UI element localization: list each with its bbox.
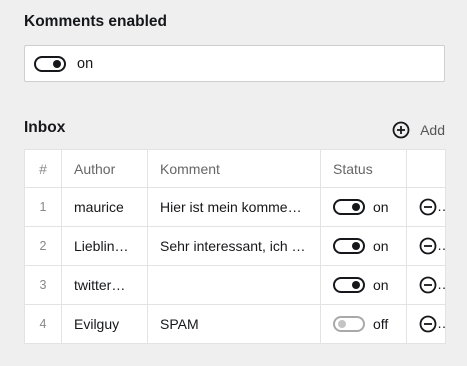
table-row[interactable]: 3 twitter… on xyxy=(24,265,446,305)
status-label: on xyxy=(373,238,389,254)
status-toggle[interactable] xyxy=(333,238,365,254)
row-author[interactable]: maurice xyxy=(61,187,148,227)
row-status: off xyxy=(320,304,407,344)
row-action xyxy=(406,187,446,227)
column-header-author: Author xyxy=(61,149,148,188)
row-komment[interactable] xyxy=(147,265,321,305)
status-wrapper: on xyxy=(333,228,394,265)
add-button[interactable]: Add xyxy=(392,120,445,140)
row-author[interactable]: twitter… xyxy=(61,265,148,305)
row-komment[interactable]: SPAM xyxy=(147,304,321,344)
komments-panel: Komments enabled on Inbox Add # Author K… xyxy=(0,0,467,366)
status-label: on xyxy=(373,277,389,293)
status-wrapper: off xyxy=(333,306,394,343)
row-status: on xyxy=(320,187,407,227)
inbox-table: # Author Komment Status 1 maurice Hier ist… xyxy=(24,149,446,344)
toggle-knob xyxy=(352,242,360,250)
column-header-status: Status xyxy=(320,149,407,188)
toggle-knob xyxy=(352,281,360,289)
row-author[interactable]: Evilguy xyxy=(61,304,148,344)
status-label: on xyxy=(373,199,389,215)
table-row[interactable]: 4 Evilguy SPAM off xyxy=(24,304,446,344)
komments-enabled-label: on xyxy=(77,55,94,72)
komments-enabled-toggle[interactable] xyxy=(34,55,66,72)
row-number: 2 xyxy=(24,226,62,266)
status-toggle[interactable] xyxy=(333,199,365,215)
plus-circle-icon xyxy=(392,121,410,139)
minus-circle-icon[interactable] xyxy=(419,237,437,255)
minus-circle-icon[interactable] xyxy=(419,198,437,216)
table-row[interactable]: 1 maurice Hier ist mein komme… on xyxy=(24,187,446,227)
table-row[interactable]: 2 Lieblin… Sehr interessant, ich … on xyxy=(24,226,446,266)
status-label: off xyxy=(373,316,389,332)
status-toggle[interactable] xyxy=(333,316,365,332)
row-komment[interactable]: Sehr interessant, ich … xyxy=(147,226,321,266)
row-number: 1 xyxy=(24,187,62,227)
row-action xyxy=(406,304,446,344)
column-header-komment: Komment xyxy=(147,149,321,188)
table-header-row: # Author Komment Status xyxy=(24,149,446,188)
add-label: Add xyxy=(420,122,445,138)
status-wrapper: on xyxy=(333,267,394,304)
row-status: on xyxy=(320,265,407,305)
row-author[interactable]: Lieblin… xyxy=(61,226,148,266)
row-status: on xyxy=(320,226,407,266)
row-number: 3 xyxy=(24,265,62,305)
minus-circle-icon[interactable] xyxy=(419,315,437,333)
komments-enabled-title: Komments enabled xyxy=(24,13,167,30)
row-komment[interactable]: Hier ist mein komme… xyxy=(147,187,321,227)
row-number: 4 xyxy=(24,304,62,344)
column-header-number: # xyxy=(24,149,62,188)
minus-circle-icon[interactable] xyxy=(419,276,437,294)
row-action xyxy=(406,265,446,305)
toggle-knob xyxy=(53,59,61,68)
status-toggle[interactable] xyxy=(333,277,365,293)
toggle-knob xyxy=(338,320,346,328)
status-wrapper: on xyxy=(333,189,394,226)
row-action xyxy=(406,226,446,266)
toggle-knob xyxy=(352,203,360,211)
inbox-title: Inbox xyxy=(24,119,66,136)
column-header-actions xyxy=(406,149,446,188)
komments-enabled-field[interactable]: on xyxy=(24,45,445,82)
